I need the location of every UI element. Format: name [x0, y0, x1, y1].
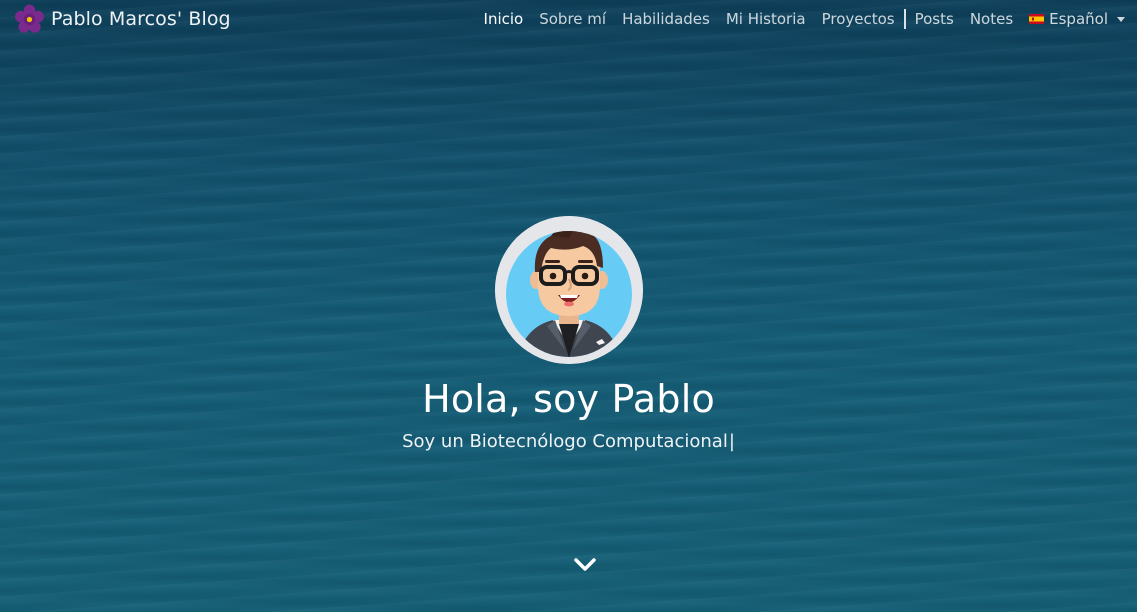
hero-subtitle-line: Soy un Biotecnólogo Computacional| — [0, 431, 1137, 452]
nav-link-notes[interactable]: Notes — [962, 10, 1021, 28]
purple-flower-icon — [15, 4, 44, 33]
spain-flag-icon — [1029, 14, 1045, 24]
nav-link-habilidades[interactable]: Habilidades — [614, 10, 718, 28]
hero-section: Hola, soy Pablo Soy un Biotecnólogo Comp… — [0, 216, 1137, 452]
nav-link-mi-historia[interactable]: Mi Historia — [718, 10, 814, 28]
avatar-cartoon-icon — [494, 216, 643, 364]
nav-link-inicio[interactable]: Inicio — [476, 10, 532, 28]
caret-down-icon — [1117, 16, 1125, 22]
language-dropdown[interactable]: Español — [1021, 10, 1125, 28]
hero-title: Hola, soy Pablo — [422, 377, 715, 421]
language-label: Español — [1049, 10, 1108, 28]
nav-link-posts[interactable]: Posts — [907, 10, 962, 28]
nav-menu: Inicio Sobre mí Habilidades Mi Historia … — [476, 9, 1125, 29]
avatar — [494, 216, 643, 364]
nav-link-sobre-mi[interactable]: Sobre mí — [531, 10, 614, 28]
chevron-down-icon[interactable] — [572, 556, 598, 574]
nav-link-proyectos[interactable]: Proyectos — [814, 10, 903, 28]
hero-subtitle: Soy un Biotecnólogo Computacional — [402, 431, 728, 452]
top-navbar: Pablo Marcos' Blog Inicio Sobre mí Habil… — [0, 0, 1137, 38]
nav-divider — [903, 9, 906, 29]
typing-cursor: | — [728, 431, 735, 452]
brand-title: Pablo Marcos' Blog — [51, 8, 231, 30]
brand-link[interactable]: Pablo Marcos' Blog — [13, 3, 231, 36]
